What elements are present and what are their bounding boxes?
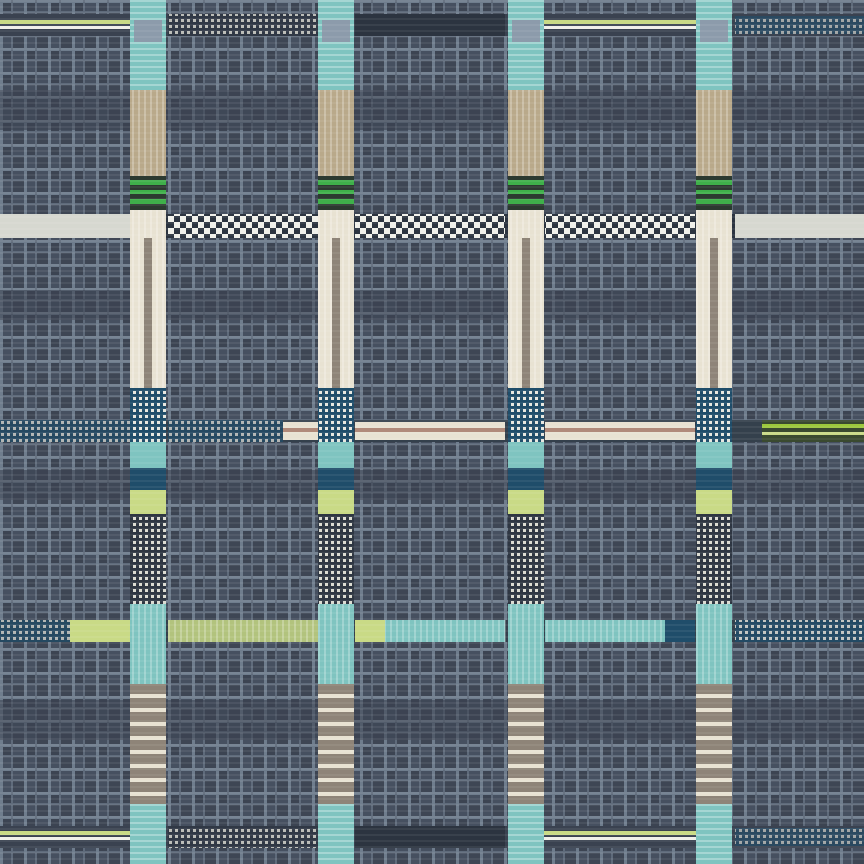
fabric-swatch xyxy=(0,0,864,864)
weave-texture xyxy=(0,0,864,864)
